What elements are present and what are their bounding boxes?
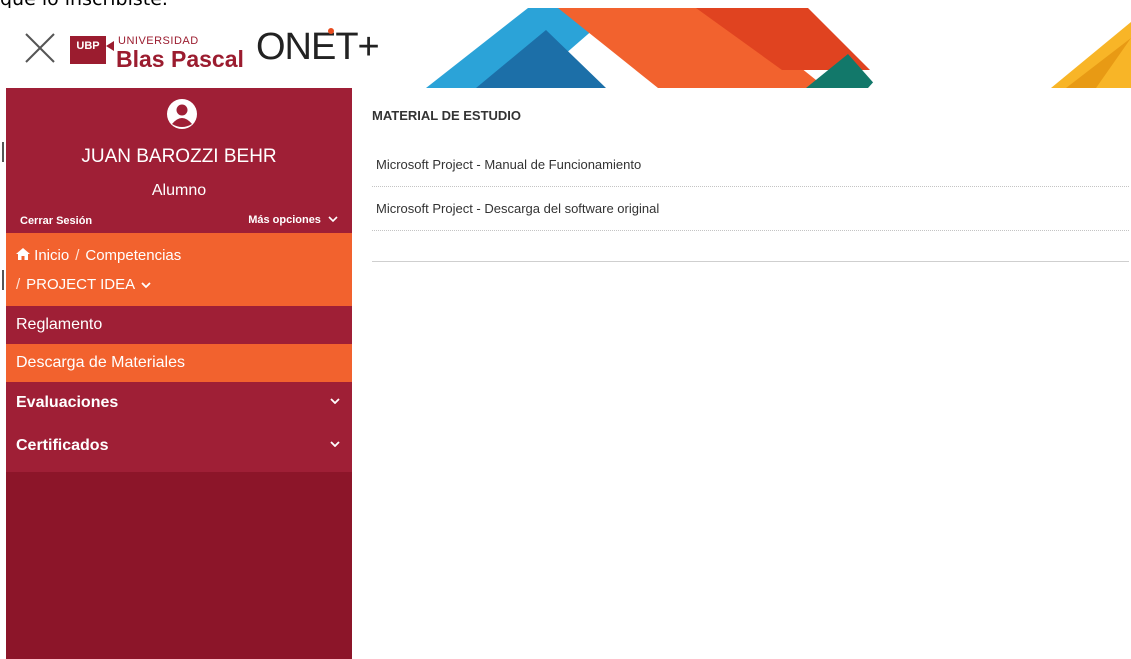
sidebar-item-label: Certificados: [16, 437, 109, 454]
breadcrumb-home[interactable]: Inicio: [34, 247, 69, 264]
close-icon[interactable]: [20, 28, 60, 68]
list-item: Microsoft Project - Descarga del softwar…: [372, 186, 1129, 231]
list-item: Microsoft Project - Manual de Funcionami…: [372, 142, 1129, 187]
platform-logo[interactable]: ONET+: [256, 26, 380, 69]
file-link-manual[interactable]: Microsoft Project - Manual de Funcionami…: [376, 157, 641, 172]
clipped-text: que lo inscribiste.: [0, 0, 168, 8]
sidebar-item-evaluaciones[interactable]: Evaluaciones: [6, 384, 352, 422]
breadcrumb: Inicio / Competencias / PROJECT IDEA: [6, 233, 352, 306]
user-profile: JUAN BAROZZI BEHR Alumno Cerrar Sesión M…: [6, 88, 352, 233]
sidebar-item-label: Evaluaciones: [16, 394, 119, 411]
sidebar-item-reglamento[interactable]: Reglamento: [6, 306, 352, 344]
course-chevron-down-icon[interactable]: [141, 282, 152, 289]
sidebar-item-label: Descarga de Materiales: [16, 354, 185, 371]
more-options-dropdown[interactable]: Más opciones: [248, 214, 338, 226]
home-icon[interactable]: [16, 248, 30, 260]
university-name: Blas Pascal: [116, 46, 244, 72]
file-link-software[interactable]: Microsoft Project - Descarga del softwar…: [376, 201, 659, 216]
user-name: JUAN BAROZZI BEHR: [81, 146, 277, 167]
sidebar-item-certificados[interactable]: Certificados: [6, 427, 352, 465]
edge-mark: [2, 142, 4, 162]
clipped-page-text: que lo inscribiste.: [0, 0, 1131, 8]
sidebar-item-descarga-materiales[interactable]: Descarga de Materiales: [6, 344, 352, 382]
breadcrumb-separator: /: [16, 276, 21, 293]
logout-link[interactable]: Cerrar Sesión: [20, 215, 92, 227]
logo-dot-icon: [328, 28, 334, 34]
ubp-logo-badge: UBP: [70, 36, 114, 64]
sidebar-nav: Reglamento Descarga de Materiales Evalua…: [6, 306, 352, 472]
edge-mark: [2, 270, 4, 290]
chevron-down-icon: [330, 398, 340, 404]
chevron-down-icon: [330, 441, 340, 447]
site-header: UBP UNIVERSIDAD Blas Pascal ONET+: [6, 8, 1131, 88]
more-options-label: Más opciones: [248, 214, 321, 226]
chevron-down-icon: [328, 216, 338, 223]
breadcrumb-course[interactable]: PROJECT IDEA: [26, 276, 134, 293]
breadcrumb-separator: /: [75, 247, 80, 264]
sidebar-item-label: Reglamento: [16, 316, 103, 333]
breadcrumb-competencias[interactable]: Competencias: [85, 247, 181, 264]
user-role: Alumno: [151, 182, 207, 199]
main-content: MATERIAL DE ESTUDIO Microsoft Project - …: [372, 88, 1131, 659]
sidebar: JUAN BAROZZI BEHR Alumno Cerrar Sesión M…: [6, 88, 352, 659]
divider: [372, 261, 1129, 262]
page-title: MATERIAL DE ESTUDIO: [372, 108, 522, 123]
user-avatar-icon[interactable]: [166, 98, 198, 130]
